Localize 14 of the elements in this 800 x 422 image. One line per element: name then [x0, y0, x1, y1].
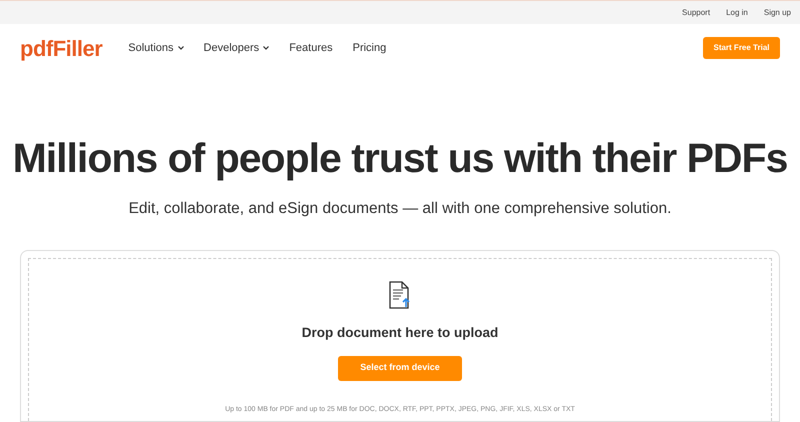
headline: Millions of people trust us with their PDFs — [12, 138, 788, 179]
top-link[interactable]: Sign up — [764, 6, 791, 18]
top-link[interactable]: Support — [682, 6, 710, 18]
logo[interactable]: pdfFiller — [20, 32, 102, 64]
top-link[interactable]: Log in — [726, 6, 748, 18]
nav-link[interactable]: Features — [289, 40, 333, 56]
nav-link[interactable]: Developers — [204, 40, 270, 56]
chevron-down-icon — [178, 46, 184, 50]
drop-title: Drop document here to upload — [302, 324, 498, 342]
nav-link[interactable]: Solutions — [128, 40, 184, 56]
chevron-down-icon — [263, 46, 270, 50]
nav-link[interactable]: Pricing — [352, 40, 386, 56]
subtitle: Edit, collaborate, and eSign documents — all with one comprehensive solution. — [128, 199, 672, 219]
document-upload-icon — [389, 281, 411, 310]
